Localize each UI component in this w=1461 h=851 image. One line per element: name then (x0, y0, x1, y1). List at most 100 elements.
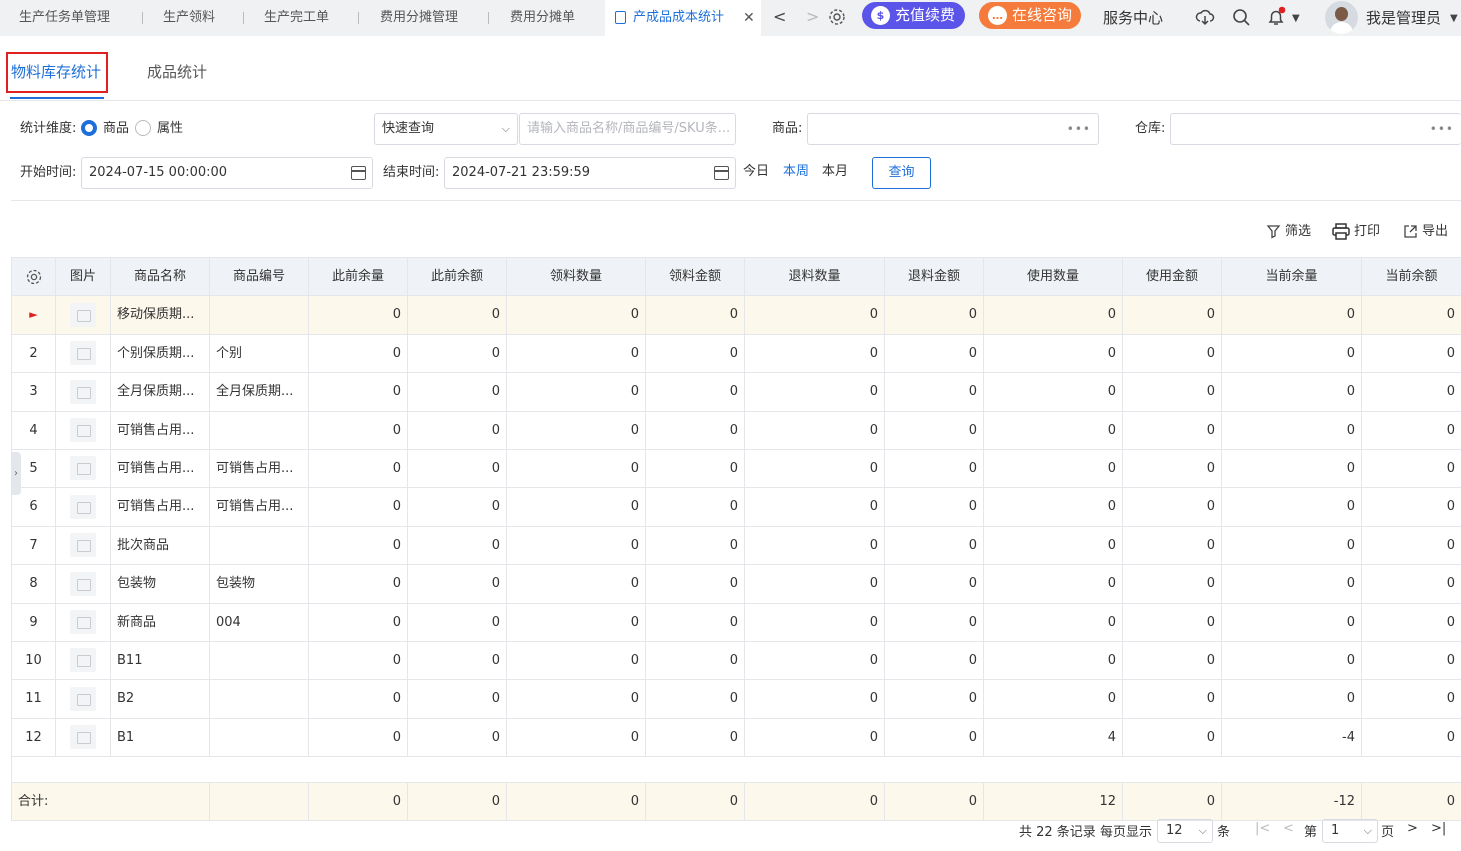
value-cell: 0 (1362, 488, 1461, 527)
col-header-current-amount[interactable]: 当前余额 (1362, 258, 1461, 297)
print-button[interactable]: 打印 (1332, 220, 1380, 240)
product-name-cell[interactable]: 新商品 (111, 603, 210, 642)
product-name-cell[interactable]: 批次商品 (111, 526, 210, 566)
cloud-download-icon[interactable] (1194, 6, 1216, 28)
radio-attribute[interactable] (135, 120, 151, 136)
value-cell: 0 (885, 718, 984, 758)
tab-production-task[interactable]: 生产任务单管理 (19, 0, 110, 36)
table-row[interactable]: 12 B1 0 0 0 0 0 0 4 0 -4 0 (12, 718, 1461, 758)
quick-date-this-week[interactable]: 本周 (783, 164, 809, 180)
table-row[interactable]: 4 可销售占用... 0 0 0 0 0 0 0 0 0 0 (12, 411, 1461, 450)
col-header-current-qty[interactable]: 当前余量 (1222, 258, 1362, 297)
user-dropdown-icon[interactable]: ▼ (1450, 2, 1458, 38)
product-name-cell[interactable]: 可销售占用... (111, 488, 210, 527)
product-name-cell[interactable]: 可销售占用... (111, 411, 210, 450)
per-page-select[interactable]: 12 ⌵ (1157, 819, 1213, 843)
last-page-icon[interactable]: >| (1431, 821, 1446, 836)
tab-production-picking[interactable]: 生产领料 (163, 0, 215, 36)
page-select[interactable]: 1 ⌵ (1322, 819, 1378, 843)
table-row[interactable]: 5 可销售占用... 可销售占用... 0 0 0 0 0 0 0 0 0 0 (12, 449, 1461, 489)
first-page-icon[interactable]: |< (1255, 821, 1270, 836)
calendar-icon[interactable] (351, 166, 366, 180)
table-row[interactable]: 10 B11 0 0 0 0 0 0 0 0 0 0 (12, 641, 1461, 681)
search-icon[interactable] (1230, 6, 1252, 28)
more-icon[interactable]: ••• (1430, 114, 1454, 144)
more-icon[interactable]: ••• (1067, 114, 1091, 144)
service-center-link[interactable]: 服务中心 (1103, 0, 1163, 36)
subtab-finished-goods[interactable]: 成品统计 (147, 52, 207, 100)
table-row[interactable]: 6 可销售占用... 可销售占用... 0 0 0 0 0 0 0 0 0 0 (12, 488, 1461, 527)
value-cell: 0 (1123, 296, 1222, 335)
bell-dropdown-icon[interactable]: ▼ (1292, 2, 1300, 38)
query-button[interactable]: 查询 (872, 157, 931, 189)
close-icon[interactable]: ✕ (743, 0, 755, 36)
chevron-right-icon[interactable]: > (806, 0, 819, 36)
value-cell: 0 (309, 373, 408, 412)
tab-cost-allocation-sheet[interactable]: 费用分摊单 (510, 0, 575, 36)
radio-product[interactable] (81, 120, 97, 136)
gear-icon[interactable] (25, 268, 43, 286)
table-row[interactable]: ► 移动保质期... 0 0 0 0 0 0 0 0 0 0 (12, 296, 1461, 335)
col-header-pick-amount[interactable]: 领料金额 (646, 258, 745, 297)
next-page-icon[interactable]: > (1407, 821, 1418, 836)
product-field[interactable]: ••• (807, 113, 1099, 145)
summary-cell: 12 (984, 783, 1123, 822)
tab-cost-allocation-mgmt[interactable]: 费用分摊管理 (380, 0, 458, 36)
table-row[interactable]: 9 新商品 004 0 0 0 0 0 0 0 0 0 0 (12, 603, 1461, 642)
warehouse-field[interactable]: ••• (1170, 113, 1461, 145)
col-header-code[interactable]: 商品编号 (210, 258, 309, 297)
quick-query-select[interactable]: 快速查询 ⌵ (374, 113, 518, 145)
end-time-field[interactable]: 2024-07-21 23:59:59 (444, 157, 736, 189)
col-header-pick-qty[interactable]: 领料数量 (507, 258, 646, 297)
calendar-icon[interactable] (714, 166, 729, 180)
table-row[interactable]: 7 批次商品 0 0 0 0 0 0 0 0 0 0 (12, 526, 1461, 566)
user-menu[interactable]: 我是管理员 (1366, 0, 1441, 36)
product-name-cell[interactable]: 个别保质期... (111, 334, 210, 374)
col-header-use-qty[interactable]: 使用数量 (984, 258, 1123, 297)
col-header-prev-amount[interactable]: 此前余额 (408, 258, 507, 297)
product-name-cell[interactable]: 移动保质期... (111, 296, 210, 335)
start-time-field[interactable]: 2024-07-15 00:00:00 (81, 157, 373, 189)
side-expand-handle[interactable]: › (11, 452, 21, 495)
export-button[interactable]: 导出 (1403, 220, 1448, 239)
radio-attribute-label: 属性 (157, 121, 184, 136)
search-input[interactable]: 请输入商品名称/商品编号/SKU条... (519, 113, 736, 145)
online-consult-button[interactable]: … 在线咨询 (979, 2, 1081, 29)
col-header-return-qty[interactable]: 退料数量 (745, 258, 885, 297)
table-row[interactable]: 3 全月保质期... 全月保质期... 0 0 0 0 0 0 0 0 0 0 (12, 373, 1461, 412)
product-name-cell[interactable]: 全月保质期... (111, 373, 210, 412)
table-row[interactable]: 8 包装物 包装物 0 0 0 0 0 0 0 0 0 0 (12, 565, 1461, 604)
value-cell: 0 (646, 411, 745, 450)
quick-date-this-month[interactable]: 本月 (822, 164, 848, 180)
recharge-button[interactable]: $ 充值续费 (862, 2, 965, 29)
column-settings[interactable] (12, 258, 56, 297)
quick-date-today[interactable]: 今日 (743, 164, 769, 180)
table-row[interactable]: 2 个别保质期... 个别 0 0 0 0 0 0 0 0 0 0 (12, 334, 1461, 374)
col-header-use-amount[interactable]: 使用金额 (1123, 258, 1222, 297)
col-header-image[interactable]: 图片 (56, 258, 111, 297)
coin-icon: $ (871, 6, 890, 25)
table-row[interactable]: 11 B2 0 0 0 0 0 0 0 0 0 0 (12, 680, 1461, 719)
product-name-cell[interactable]: B11 (111, 641, 210, 681)
page-suffix: 页 (1381, 825, 1395, 840)
value-cell: 0 (745, 488, 885, 527)
gear-icon[interactable] (826, 6, 848, 28)
chevron-left-icon[interactable]: < (773, 0, 786, 36)
prev-page-icon[interactable]: < (1283, 821, 1294, 836)
image-placeholder-icon (70, 494, 96, 519)
col-header-prev-qty[interactable]: 此前余量 (309, 258, 408, 297)
product-name-cell[interactable]: 包装物 (111, 565, 210, 604)
filter-button[interactable]: 筛选 (1266, 220, 1311, 239)
row-index: 11 (12, 680, 56, 719)
tab-production-completion[interactable]: 生产完工单 (264, 0, 329, 36)
tab-finished-cost-stats[interactable]: 产成品成本统计 ✕ (605, 0, 761, 36)
value-cell: 0 (745, 526, 885, 566)
col-header-name[interactable]: 商品名称 (111, 258, 210, 297)
product-name-cell[interactable]: B1 (111, 718, 210, 758)
col-header-return-amount[interactable]: 退料金额 (885, 258, 984, 297)
product-name-cell[interactable]: 可销售占用... (111, 449, 210, 489)
value-cell: 0 (1362, 335, 1461, 374)
bell-icon[interactable] (1265, 6, 1287, 28)
product-name-cell[interactable]: B2 (111, 680, 210, 719)
avatar[interactable] (1325, 1, 1358, 34)
